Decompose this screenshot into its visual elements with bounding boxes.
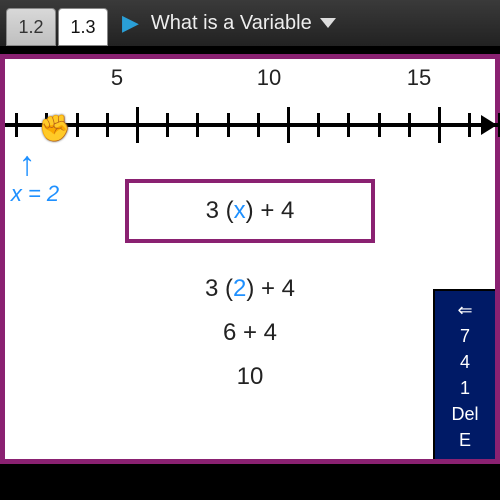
numberline-area[interactable]: 5 10 15 ✊ ↑ x = 2 [5,59,495,143]
point-value-label: x = 2 [11,181,59,207]
menu-delete[interactable]: Del [439,401,491,427]
numberline[interactable]: ✊ [5,103,495,143]
tick [378,113,381,137]
menu-7[interactable]: 7 [439,323,491,349]
tick-label-5: 5 [111,65,123,91]
axis-arrow-icon [481,115,497,135]
axis-line [5,123,500,127]
title-bar: 1.2 1.3 ▶ What is a Variable [0,0,500,46]
tick [196,113,199,137]
grab-cursor-icon[interactable]: ✊ [39,113,71,144]
title-text: What is a Variable [151,12,312,35]
menu-e[interactable]: E [439,427,491,453]
tick [347,113,350,137]
menu-4[interactable]: 4 [439,349,491,375]
expr-post: ) + 4 [246,197,295,224]
step-3: 10 [5,355,495,399]
tick [227,113,230,137]
tick [76,113,79,137]
expr-variable: x [234,197,246,224]
tick [317,113,320,137]
tick [257,113,260,137]
expression-box: 3 (x) + 4 [125,179,375,243]
point-arrow-icon: ↑ [19,145,36,184]
tick [287,107,290,143]
tick [15,113,18,137]
tab-1-2[interactable]: 1.2 [6,8,56,46]
dropdown-icon [320,18,336,28]
tick [468,113,471,137]
tick-label-15: 15 [407,65,431,91]
page-title[interactable]: What is a Variable [151,12,336,35]
evaluation-steps: 3 (2) + 4 6 + 4 10 [5,267,495,399]
tick [166,113,169,137]
tab-1-3[interactable]: 1.3 [58,8,108,46]
tick-label-10: 10 [257,65,281,91]
menu-back[interactable]: ⇐ [439,297,491,323]
tick [438,107,441,143]
step-1: 3 (2) + 4 [5,267,495,311]
step-2: 6 + 4 [5,311,495,355]
tick [408,113,411,137]
tick [106,113,109,137]
expr-pre: 3 ( [206,197,234,224]
menu-1[interactable]: 1 [439,375,491,401]
context-menu[interactable]: ⇐ 7 4 1 Del E [433,289,495,459]
nav-next-icon[interactable]: ▶ [122,10,139,36]
tick [136,107,139,143]
content-frame: 5 10 15 ✊ ↑ x = 2 3 (x) + 4 3 (2) + 4 6 … [0,54,500,464]
